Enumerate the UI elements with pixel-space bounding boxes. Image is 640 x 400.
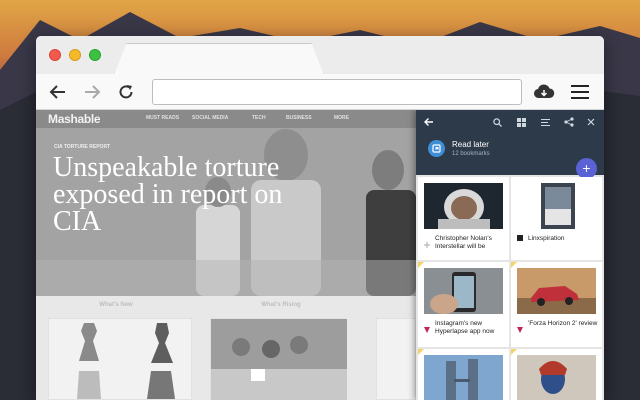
hero-banner[interactable]: Mashable MUST READS SOCIAL MEDIA TECH BU…	[36, 110, 416, 296]
car-crash-image	[517, 268, 596, 314]
article-headline[interactable]: Unspeakable torture exposed in report on…	[53, 154, 293, 236]
bookmark-card-interstellar[interactable]: Christopher Nolan's Interstellar will be	[418, 177, 509, 260]
bookmark-thumbnail	[424, 355, 503, 400]
nav-business[interactable]: BUSINESS	[286, 115, 312, 121]
grid-icon	[516, 117, 526, 127]
menu-button[interactable]	[568, 80, 592, 104]
towers-image	[424, 355, 503, 400]
bookmark-card-towers[interactable]	[418, 349, 509, 400]
bookmark-card-forza[interactable]: 'Forza Horizon 2' review	[511, 262, 602, 347]
bookmark-caption: 'Forza Horizon 2' review	[528, 320, 598, 327]
panel-grid-view-button[interactable]	[514, 115, 528, 129]
search-icon	[492, 117, 502, 127]
phone-image	[541, 183, 575, 229]
panel-close-button[interactable]	[584, 115, 598, 129]
verge-icon	[517, 320, 523, 333]
section-whats-new: What's New	[99, 302, 133, 308]
phone-hand-image	[424, 268, 503, 314]
bookmark-card-linxspiration[interactable]: Linxspiration	[511, 177, 602, 260]
bookmark-thumbnail	[517, 268, 596, 314]
close-icon	[587, 118, 595, 126]
mashable-page: Mashable MUST READS SOCIAL MEDIA TECH BU…	[36, 110, 416, 400]
article-kicker[interactable]: CIA TORTURE REPORT	[54, 144, 110, 150]
bookmark-card-hyperlapse[interactable]: Instagram's new Hyperlapse app now	[418, 262, 509, 347]
share-icon	[564, 117, 574, 127]
address-bar[interactable]	[152, 79, 522, 105]
reload-button[interactable]	[114, 80, 138, 104]
nav-must-reads[interactable]: MUST READS	[146, 115, 179, 121]
browser-tab-fill	[115, 44, 323, 75]
hamburger-icon	[571, 85, 589, 99]
nav-more[interactable]: MORE	[334, 115, 349, 121]
zoom-window-button[interactable]	[89, 49, 101, 61]
back-button[interactable]	[46, 80, 70, 104]
bookmark-card-mystique[interactable]	[511, 349, 602, 400]
forward-button[interactable]	[80, 80, 104, 104]
blue-figure-image	[517, 355, 596, 400]
bookmark-caption: Linxspiration	[528, 235, 565, 242]
arrow-left-icon	[424, 118, 433, 126]
bookmark-thumbnail	[424, 268, 503, 314]
read-later-icon	[428, 140, 445, 157]
nav-tech[interactable]: TECH	[252, 115, 266, 121]
reload-icon	[119, 85, 133, 99]
panel-search-button[interactable]	[490, 115, 504, 129]
generic-icon	[424, 235, 430, 248]
add-bookmark-button[interactable]: +	[576, 158, 597, 179]
cloud-download-button[interactable]	[532, 80, 556, 104]
panel-list-view-button[interactable]	[538, 115, 552, 129]
browser-window: Mashable MUST READS SOCIAL MEDIA TECH BU…	[36, 36, 604, 400]
bookmark-caption: Instagram's new Hyperlapse app now	[435, 320, 495, 335]
panel-back-button[interactable]	[422, 115, 436, 129]
arrow-right-icon	[85, 85, 101, 99]
title-bar	[36, 36, 604, 75]
astronaut-image	[424, 183, 503, 229]
bookmark-thumbnail	[541, 183, 575, 229]
verge-icon	[424, 320, 430, 333]
browser-toolbar	[36, 74, 604, 110]
page-viewport: Mashable MUST READS SOCIAL MEDIA TECH BU…	[36, 110, 604, 400]
bookmark-thumbnail	[424, 183, 503, 229]
list-icon	[540, 118, 550, 126]
cloud-download-icon	[533, 84, 555, 99]
new-card[interactable]	[48, 318, 192, 400]
lower-sections: What's New What's Rising	[36, 296, 416, 400]
panel-share-button[interactable]	[562, 115, 576, 129]
bookmark-caption: Christopher Nolan's Interstellar will be	[435, 235, 492, 250]
site-logo[interactable]: Mashable	[48, 112, 101, 126]
rising-card[interactable]	[210, 318, 347, 400]
nav-social-media[interactable]: SOCIAL MEDIA	[192, 115, 228, 121]
panel-title: Read later	[452, 140, 489, 149]
bookmark-thumbnail	[517, 355, 596, 400]
dark-square-icon	[517, 235, 523, 241]
soccer-photo	[211, 319, 347, 400]
read-later-panel: Read later 12 bookmarks + Christopher No…	[416, 110, 604, 400]
minimize-window-button[interactable]	[69, 49, 81, 61]
bookmark-icon	[432, 144, 441, 153]
panel-subtitle: 12 bookmarks	[452, 151, 490, 157]
close-window-button[interactable]	[49, 49, 61, 61]
partial-card[interactable]	[376, 318, 416, 400]
dress-thumbnails	[77, 323, 175, 399]
section-whats-rising: What's Rising	[261, 302, 301, 308]
arrow-left-icon	[49, 85, 65, 99]
